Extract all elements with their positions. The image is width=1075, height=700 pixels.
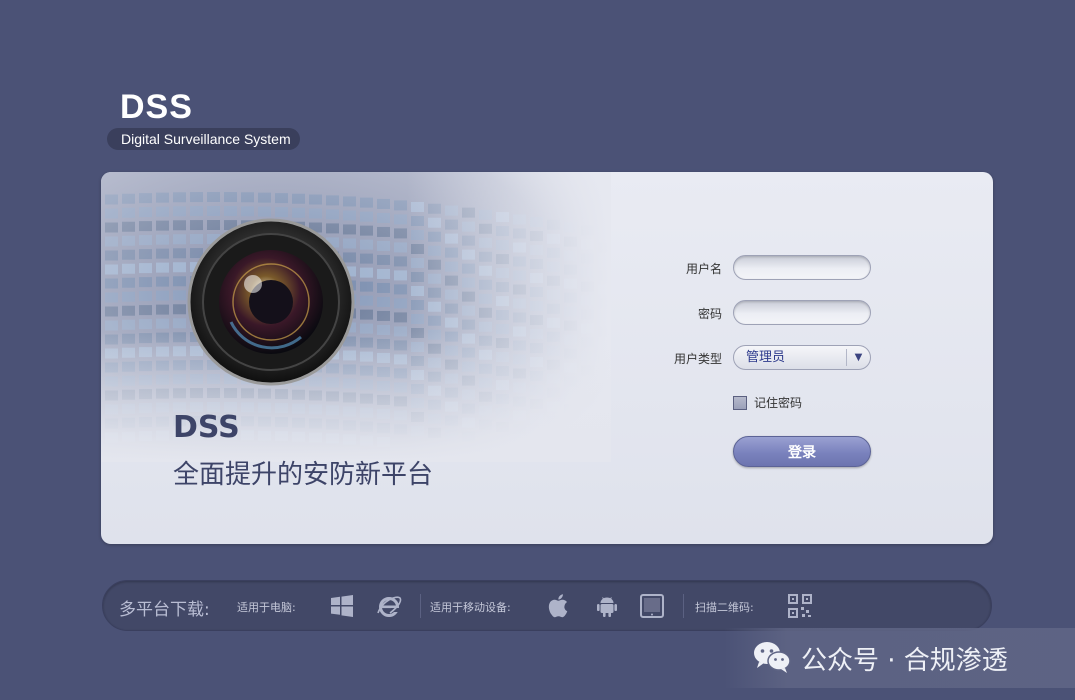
hero-subtitle: 全面提升的安防新平台 <box>173 460 434 490</box>
login-card: DSS 全面提升的安防新平台 用户名 密码 用户类型 管理员 ▼ 记住密码 登录 <box>101 172 993 544</box>
user-type-value: 管理员 <box>746 350 786 365</box>
remember-label: 记住密码 <box>754 396 803 410</box>
remember-checkbox[interactable] <box>733 395 747 410</box>
user-type-label: 用户类型 <box>673 352 722 366</box>
password-input[interactable] <box>733 300 871 325</box>
watermark-text: 公众号 · 合规渗透 <box>801 646 1008 676</box>
download-bar: 多平台下载: 适用于电脑: 适用于移动设备: 扫描二维码: <box>102 580 992 631</box>
password-label: 密码 <box>697 307 722 321</box>
login-button[interactable]: 登录 <box>733 436 871 467</box>
apple-icon[interactable] <box>547 593 573 619</box>
mobile-label: 适用于移动设备: <box>430 601 511 614</box>
hero-title: DSS <box>173 410 240 445</box>
logo-subtitle: Digital Surveillance System <box>107 128 300 150</box>
watermark: 公众号 · 合规渗透 <box>724 628 1075 688</box>
user-type-select[interactable]: 管理员 ▼ <box>733 345 871 370</box>
separator <box>420 594 421 618</box>
qr-code-icon[interactable] <box>787 593 813 619</box>
remember-password[interactable]: 记住密码 <box>733 394 802 411</box>
windows-icon[interactable] <box>329 593 355 619</box>
pc-label: 适用于电脑: <box>237 601 296 614</box>
wechat-icon <box>754 642 791 673</box>
camera-lens-icon <box>187 218 355 386</box>
qr-label: 扫描二维码: <box>695 601 754 614</box>
logo-title: DSS <box>120 88 193 126</box>
chevron-down-icon[interactable]: ▼ <box>846 349 870 366</box>
tablet-icon[interactable] <box>639 593 665 619</box>
separator <box>683 594 684 618</box>
logo: DSS Digital Surveillance System <box>107 88 302 150</box>
android-icon[interactable] <box>594 593 620 619</box>
username-label: 用户名 <box>685 262 722 276</box>
download-title: 多平台下载: <box>119 600 210 620</box>
username-input[interactable] <box>733 255 871 280</box>
ie-icon[interactable] <box>376 593 402 619</box>
